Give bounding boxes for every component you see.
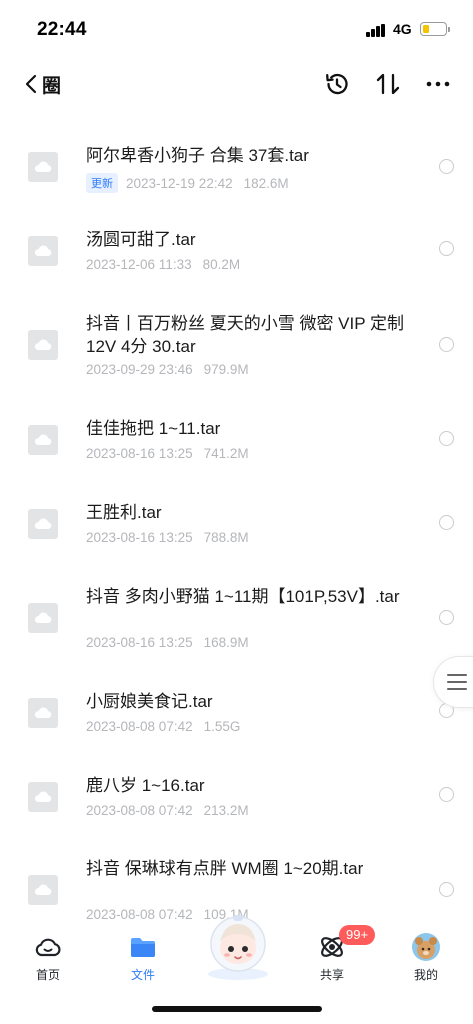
tab-files[interactable]: 文件	[113, 932, 173, 984]
file-name: 鹿八岁 1~16.tar	[86, 776, 205, 795]
file-name: 抖音 多肉小野猫 1~11期【101P,53V】.tar	[86, 587, 400, 606]
astronaut-mascot-icon	[208, 915, 268, 980]
list-item[interactable]: 鹿八岁 1~16.tar 2023-08-08 07:42 213.2M	[0, 774, 473, 844]
more-button[interactable]	[422, 68, 454, 100]
file-icon	[28, 509, 58, 539]
tab-label: 文件	[130, 968, 155, 982]
more-icon	[426, 81, 450, 87]
status-time: 22:44	[37, 19, 87, 40]
tab-label: 我的	[413, 968, 438, 982]
page-title: 圈	[42, 75, 62, 97]
select-radio[interactable]	[439, 515, 454, 530]
tab-label: 共享	[319, 968, 344, 982]
tab-me[interactable]: 我的	[396, 932, 456, 984]
file-size: 979.9M	[203, 362, 249, 377]
file-icon	[28, 330, 58, 360]
list-item[interactable]: 佳佳拖把 1~11.tar 2023-08-16 13:25 741.2M	[0, 417, 473, 487]
battery-icon	[420, 22, 450, 36]
file-name: 小厨娘美食记.tar	[86, 692, 213, 711]
file-icon	[28, 425, 58, 455]
file-list: 阿尔卑香小狗子 合集 37套.tar 更新 2023-12-19 22:42 1…	[0, 124, 473, 924]
file-meta: 2023-08-16 13:25 788.8M	[86, 530, 249, 545]
file-name: 汤圆可甜了.tar	[86, 230, 196, 249]
list-item[interactable]: 抖音 多肉小野猫 1~11期【101P,53V】.tar 2023-08-16 …	[0, 585, 473, 675]
file-meta: 更新 2023-12-19 22:42 182.6M	[86, 173, 289, 193]
file-date: 2023-12-19 22:42	[126, 175, 233, 191]
network-type: 4G	[393, 21, 412, 37]
chevron-left-icon	[25, 74, 37, 94]
sort-icon	[376, 73, 400, 95]
file-date: 2023-12-06 11:33	[86, 257, 192, 272]
file-date: 2023-09-29 23:46	[86, 362, 193, 377]
file-name: 阿尔卑香小狗子 合集 37套.tar	[86, 146, 309, 165]
file-name: 王胜利.tar	[86, 503, 162, 522]
file-meta: 2023-08-08 07:42 213.2M	[86, 803, 249, 818]
header: 圈	[0, 58, 473, 110]
file-size: 182.6M	[243, 175, 289, 191]
select-radio[interactable]	[439, 431, 454, 446]
history-button[interactable]	[321, 68, 353, 100]
avatar-icon	[412, 933, 440, 961]
file-size: 1.55G	[203, 719, 241, 734]
list-item[interactable]: 抖音丨百万粉丝 夏天的小雪 微密 VIP 定制 12V 4分 30.tar 20…	[0, 312, 473, 402]
file-date: 2023-08-08 07:42	[86, 803, 193, 818]
list-item[interactable]: 王胜利.tar 2023-08-16 13:25 788.8M	[0, 501, 473, 571]
folder-icon	[131, 938, 155, 957]
file-meta: 2023-12-06 11:33 80.2M	[86, 257, 240, 272]
file-icon	[28, 875, 58, 905]
file-size: 788.8M	[203, 530, 249, 545]
file-meta: 2023-08-16 13:25 741.2M	[86, 446, 249, 461]
file-icon	[28, 236, 58, 266]
file-size: 213.2M	[203, 803, 249, 818]
update-badge: 更新	[86, 173, 118, 193]
file-date: 2023-08-08 07:42	[86, 719, 193, 734]
file-icon	[28, 152, 58, 182]
file-date: 2023-08-08 07:42	[86, 907, 193, 922]
menu-icon	[447, 674, 467, 690]
back-button[interactable]: 圈	[24, 68, 61, 100]
select-radio[interactable]	[439, 787, 454, 802]
file-meta: 2023-08-16 13:25 168.9M	[86, 635, 249, 650]
tab-home[interactable]: 首页	[18, 932, 78, 984]
file-icon	[28, 782, 58, 812]
tab-label: 首页	[35, 968, 60, 982]
select-radio[interactable]	[439, 882, 454, 897]
file-date: 2023-08-16 13:25	[86, 530, 193, 545]
select-radio[interactable]	[439, 159, 454, 174]
select-radio[interactable]	[439, 610, 454, 625]
file-meta: 2023-08-08 07:42 1.55G	[86, 719, 240, 734]
sort-button[interactable]	[372, 68, 404, 100]
signal-icon	[366, 24, 388, 37]
share-notification-badge: 99+	[339, 925, 376, 945]
file-icon	[28, 603, 58, 633]
file-date: 2023-08-16 13:25	[86, 635, 193, 650]
home-indicator[interactable]	[152, 1006, 322, 1012]
file-size: 168.9M	[203, 635, 249, 650]
list-item[interactable]: 汤圆可甜了.tar 2023-12-06 11:33 80.2M	[0, 228, 473, 298]
mascot-button[interactable]	[200, 912, 276, 982]
file-name: 抖音 保琳球有点胖 WM圈 1~20期.tar	[86, 859, 364, 878]
file-size: 80.2M	[202, 257, 241, 272]
file-meta: 2023-09-29 23:46 979.9M	[86, 362, 249, 377]
file-date: 2023-08-16 13:25	[86, 446, 193, 461]
list-item[interactable]: 阿尔卑香小狗子 合集 37套.tar 更新 2023-12-19 22:42 1…	[0, 144, 473, 214]
file-name: 佳佳拖把 1~11.tar	[86, 419, 221, 438]
list-item[interactable]: 小厨娘美食记.tar 2023-08-08 07:42 1.55G	[0, 690, 473, 760]
history-icon	[326, 73, 348, 95]
cloud-icon	[35, 938, 61, 957]
status-bar: 22:44 4G	[0, 0, 473, 58]
file-size: 741.2M	[203, 446, 249, 461]
select-radio[interactable]	[439, 337, 454, 352]
select-radio[interactable]	[439, 241, 454, 256]
file-icon	[28, 698, 58, 728]
file-name: 抖音丨百万粉丝 夏天的小雪 微密 VIP 定制 12V 4分 30.tar	[86, 314, 404, 356]
